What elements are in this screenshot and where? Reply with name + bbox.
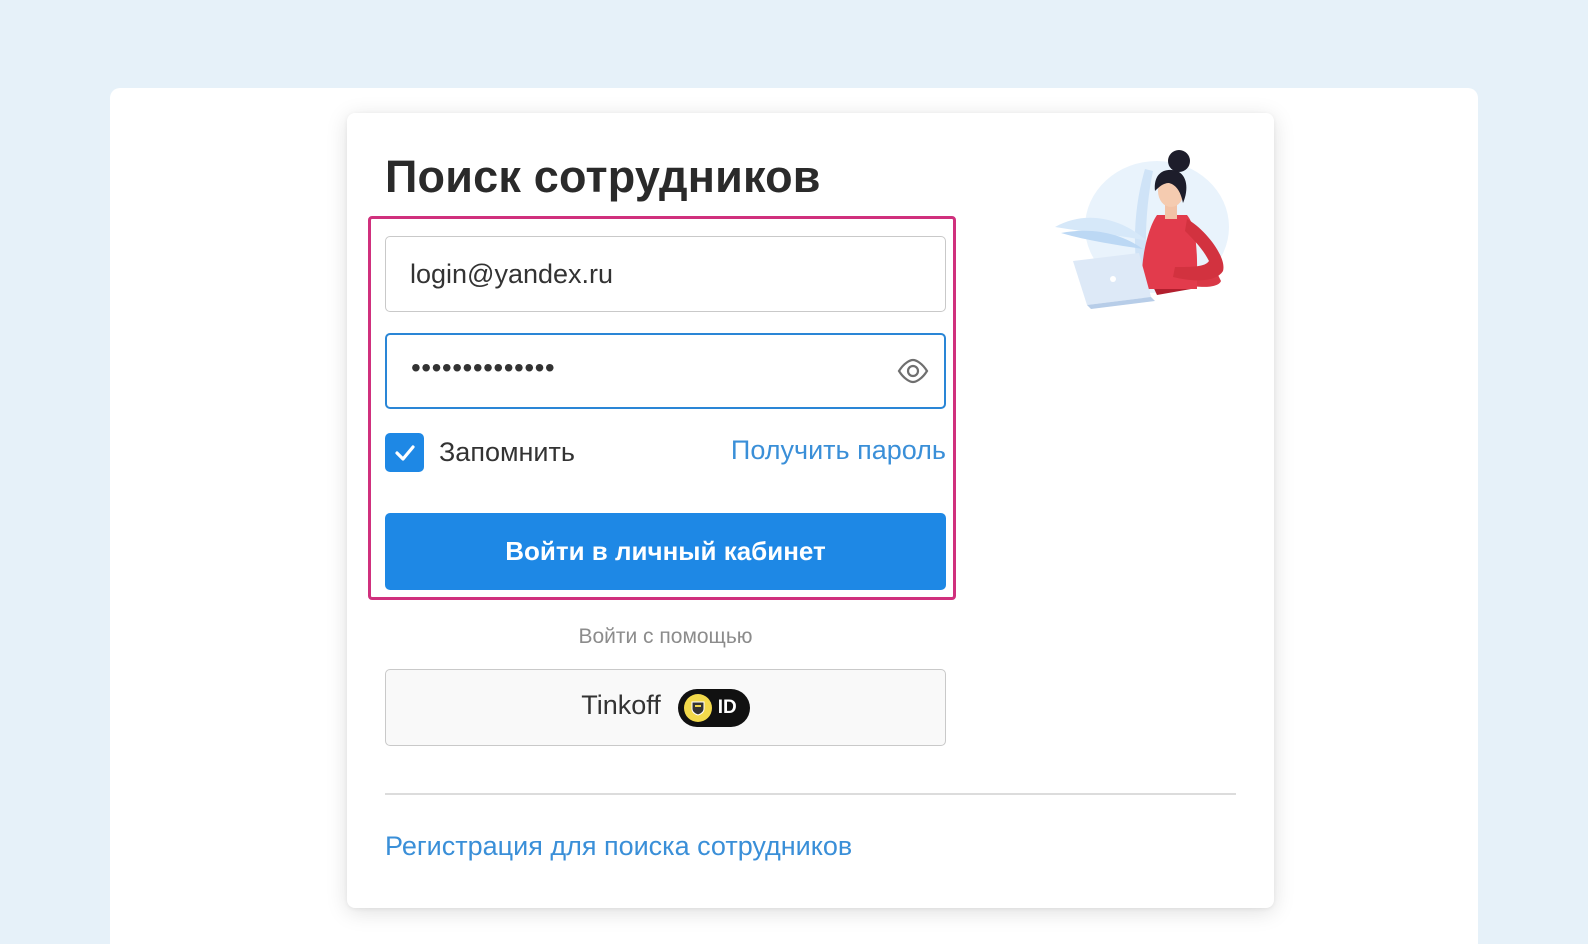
- checkbox-checked[interactable]: [385, 433, 424, 472]
- tinkoff-shield-icon: [683, 693, 712, 722]
- remember-checkbox[interactable]: Запомнить: [385, 433, 575, 472]
- checkmark-icon: [394, 444, 415, 461]
- password-value: ••••••••••••••: [411, 352, 556, 383]
- get-password-link[interactable]: Получить пароль: [731, 435, 946, 466]
- tinkoff-id-button[interactable]: Tinkoff ID: [385, 669, 946, 746]
- login-card: Поиск сотрудников login@yandex.ru ••••••…: [347, 113, 1274, 908]
- remember-label: Запомнить: [439, 437, 575, 467]
- page-background: Поиск сотрудников login@yandex.ru ••••••…: [0, 0, 1588, 944]
- password-field[interactable]: ••••••••••••••: [385, 333, 946, 409]
- page-title: Поиск сотрудников: [385, 151, 821, 202]
- tinkoff-badge-text: ID: [717, 696, 737, 718]
- divider: [385, 793, 1236, 795]
- login-button[interactable]: Войти в личный кабинет: [385, 513, 946, 590]
- tinkoff-label: Tinkoff: [581, 690, 661, 720]
- register-link[interactable]: Регистрация для поиска сотрудников: [385, 831, 852, 862]
- email-value: login@yandex.ru: [410, 258, 614, 289]
- tinkoff-id-badge: ID: [677, 688, 750, 727]
- eye-icon[interactable]: [896, 354, 930, 388]
- woman-with-laptop-illustration: [1055, 150, 1229, 309]
- email-field[interactable]: login@yandex.ru: [385, 236, 946, 312]
- alt-login-caption: Войти с помощью: [578, 625, 753, 648]
